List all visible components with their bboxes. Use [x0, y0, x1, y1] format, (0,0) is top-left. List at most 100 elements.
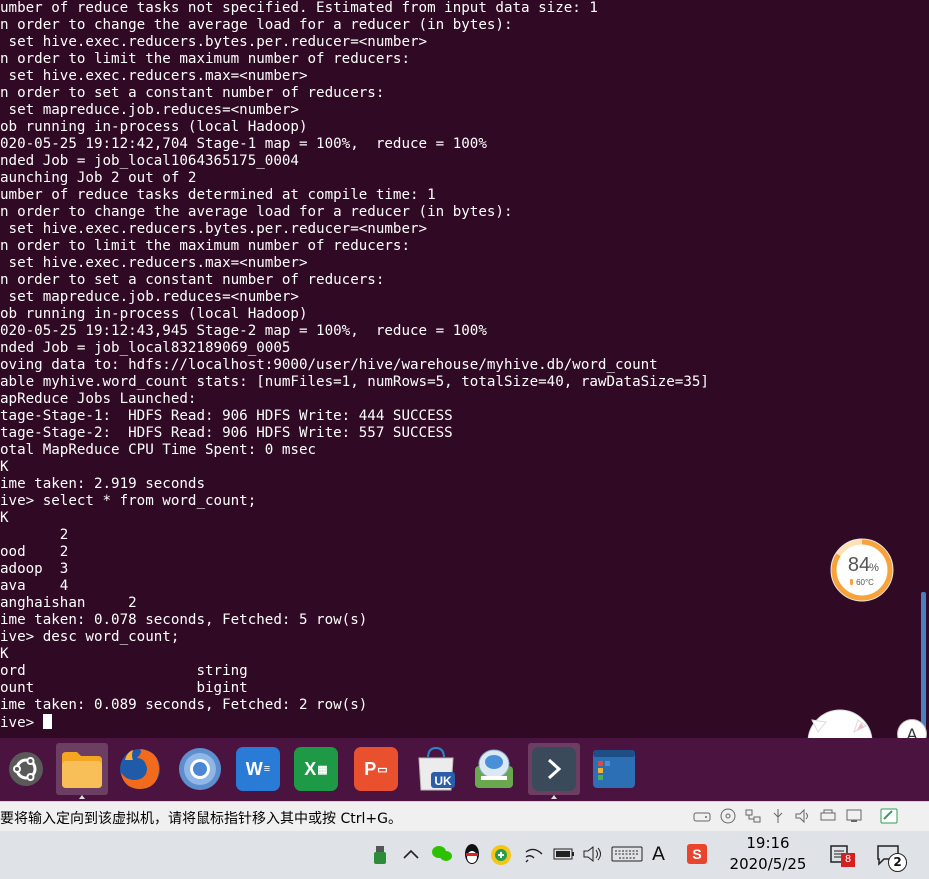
terminal-line: ava 4 — [0, 578, 69, 594]
dock-firefox[interactable] — [114, 743, 166, 795]
impress-icon: P ▭ — [354, 747, 398, 791]
display-icon[interactable] — [845, 808, 863, 824]
hive-prompt: ive> — [0, 715, 43, 731]
terminal-line: n order to change the average load for a… — [0, 17, 513, 33]
usb-device-icon[interactable] — [769, 808, 787, 824]
calc-icon: X ▦ — [294, 747, 338, 791]
tray-app-icon[interactable] — [490, 844, 512, 866]
dock-chromium[interactable] — [174, 743, 226, 795]
battery-icon[interactable] — [553, 847, 575, 861]
firefox-icon — [120, 749, 160, 789]
perf-percent: 84 — [848, 554, 870, 576]
dock-ubuntu-software[interactable] — [0, 743, 52, 795]
terminal-line: aunching Job 2 out of 2 — [0, 170, 197, 186]
terminal-prompt-line[interactable]: ive> — [0, 714, 709, 731]
driver-icon — [475, 749, 513, 788]
terminal-icon — [532, 747, 576, 791]
cd-drive-icon[interactable] — [719, 808, 737, 824]
printer-icon[interactable] — [819, 808, 837, 824]
writer-icon: W ≡ — [236, 747, 280, 791]
wifi-icon[interactable] — [524, 846, 544, 864]
terminal-line: nded Job = job_local1064365175_0004 — [0, 153, 299, 169]
dock-files[interactable] — [56, 743, 108, 799]
notification-center-button[interactable]: 8 — [829, 844, 855, 870]
folder-icon — [62, 752, 102, 788]
dock-show-apps[interactable] — [588, 743, 640, 795]
apps-window-icon — [593, 750, 635, 788]
terminal-line: ob running in-process (local Hadoop) — [0, 119, 308, 135]
perf-unit: % — [869, 562, 879, 574]
windows-taskbar: A S 19:16 2020/5/25 8 2 — [0, 831, 929, 879]
sound-icon[interactable] — [794, 808, 812, 824]
qq-icon[interactable] — [462, 842, 482, 866]
sogou-ime-icon[interactable]: S — [686, 843, 708, 865]
terminal-line: n order to set a constant number of redu… — [0, 85, 385, 101]
usb-removable-icon[interactable] — [371, 845, 389, 865]
terminal-output: umber of reduce tasks not specified. Est… — [0, 0, 709, 731]
performance-gauge[interactable]: 84 % 60°C — [829, 537, 895, 603]
terminal-line: nded Job = job_local832189069_0005 — [0, 340, 291, 356]
terminal-line: adoop 3 — [0, 561, 69, 577]
terminal-line: n order to limit the maximum number of r… — [0, 238, 410, 254]
terminal-line: 020-05-25 19:12:43,945 Stage-2 map = 100… — [0, 323, 487, 339]
temperature-label: 60°C — [856, 578, 874, 587]
terminal-line: set hive.exec.reducers.bytes.per.reducer… — [0, 221, 428, 237]
terminal-line: tage-Stage-2: HDFS Read: 906 HDFS Write:… — [0, 425, 453, 441]
clock-time[interactable]: 19:16 — [730, 834, 806, 852]
terminal-line: n order to change the average load for a… — [0, 204, 513, 220]
terminal-line: umber of reduce tasks not specified. Est… — [0, 0, 598, 16]
shopping-bag-icon: UK — [418, 746, 455, 791]
terminal-line: ord string — [0, 663, 248, 679]
terminal-line: ime taken: 2.919 seconds — [0, 476, 205, 492]
terminal-line: n order to set a constant number of redu… — [0, 272, 385, 288]
dock-impress[interactable]: P ▭ — [350, 743, 402, 795]
svg-text:S: S — [692, 846, 701, 862]
chat-button[interactable]: 2 — [876, 844, 910, 874]
terminal-line: tage-Stage-1: HDFS Read: 906 HDFS Write:… — [0, 408, 453, 424]
dock-ubuntu-one[interactable]: UK — [410, 743, 462, 795]
vm-input-hint: 要将输入定向到该虚拟机，请将鼠标指针移入其中或按 Ctrl+G。 — [0, 811, 402, 827]
thermometer-icon — [850, 579, 853, 585]
terminal-line: 2 — [0, 527, 69, 543]
terminal-line: set hive.exec.reducers.bytes.per.reducer… — [0, 34, 428, 50]
scrollbar-thumb[interactable] — [921, 592, 926, 734]
terminal-line: oving data to: hdfs://localhost:9000/use… — [0, 357, 658, 373]
dock-writer[interactable]: W ≡ — [232, 743, 284, 795]
dock-calc[interactable]: X ▦ — [290, 743, 342, 795]
terminal-line: otal MapReduce CPU Time Spent: 0 msec — [0, 442, 317, 458]
terminal-line: able myhive.word_count stats: [numFiles=… — [0, 374, 709, 390]
chat-badge: 2 — [888, 853, 907, 872]
show-hidden-icons-chevron-icon[interactable] — [402, 847, 420, 861]
terminal-window[interactable]: umber of reduce tasks not specified. Est… — [0, 0, 918, 738]
running-indicator — [551, 795, 557, 799]
terminal-line: umber of reduce tasks determined at comp… — [0, 187, 436, 203]
hard-disk-icon[interactable] — [693, 808, 711, 824]
terminal-line: ive> select * from word_count; — [0, 493, 257, 509]
notification-badge: 8 — [841, 853, 855, 867]
dock-driver[interactable] — [468, 743, 520, 795]
terminal-line: ime taken: 0.089 seconds, Fetched: 2 row… — [0, 697, 368, 713]
network-adapter-icon[interactable] — [744, 808, 762, 824]
terminal-line: ob running in-process (local Hadoop) — [0, 306, 308, 322]
terminal-line: ood 2 — [0, 544, 69, 560]
wechat-icon[interactable] — [431, 844, 453, 864]
vm-status-bar: 要将输入定向到该虚拟机，请将鼠标指针移入其中或按 Ctrl+G。 — [0, 801, 929, 832]
volume-icon[interactable] — [582, 845, 604, 863]
terminal-line: anghaishan 2 — [0, 595, 137, 611]
ubuntu-icon — [9, 752, 43, 786]
clock-date[interactable]: 2020/5/25 — [724, 855, 812, 873]
ubuntu-dock: W ≡ X ▦ P ▭ UK — [0, 738, 929, 801]
terminal-line: K — [0, 459, 9, 475]
message-log-icon[interactable] — [880, 808, 898, 824]
ime-mode-label[interactable]: A — [652, 843, 665, 865]
terminal-line: ive> desc word_count; — [0, 629, 180, 645]
terminal-line: set hive.exec.reducers.max=<number> — [0, 255, 308, 271]
terminal-line: K — [0, 646, 9, 662]
chromium-icon — [179, 748, 221, 790]
text-cursor — [42, 714, 52, 729]
keyboard-icon[interactable] — [611, 845, 643, 863]
terminal-scrollbar[interactable] — [918, 0, 929, 738]
svg-text:UK: UK — [434, 774, 452, 788]
dock-terminal[interactable] — [528, 743, 580, 799]
terminal-line: apReduce Jobs Launched: — [0, 391, 197, 407]
